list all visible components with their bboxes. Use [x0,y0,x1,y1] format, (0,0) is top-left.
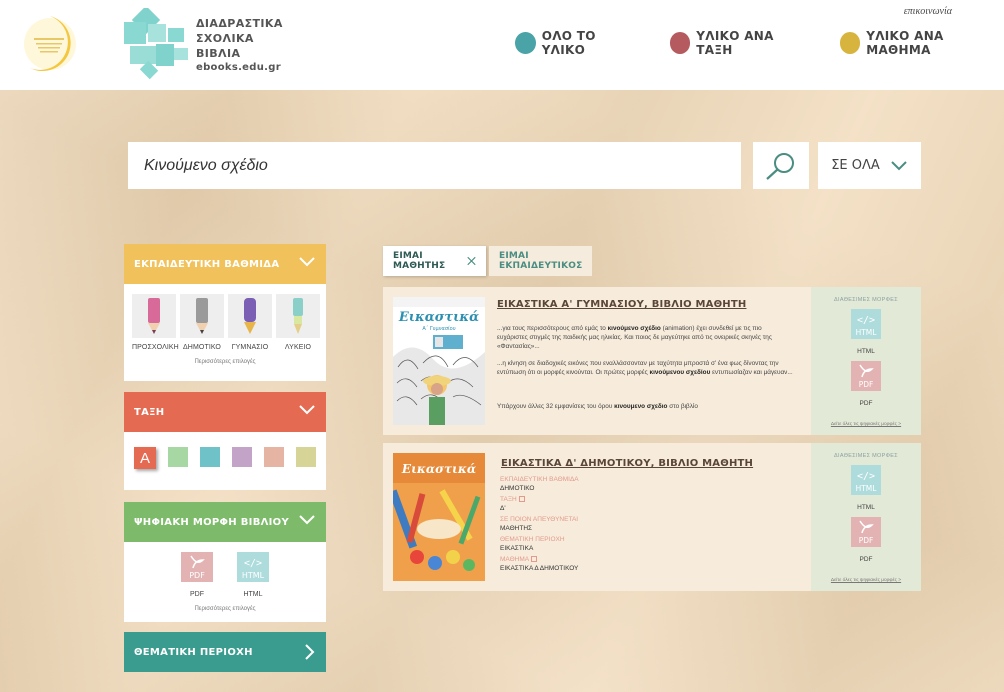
info-icon[interactable] [518,496,525,503]
contact-link[interactable]: επικοινωνία [904,6,952,17]
pencil-pink-icon [148,298,160,334]
level-preschool[interactable]: ΠΡΟΣΧΟΛΙΚΗ [132,294,179,351]
book-cover[interactable]: Εικαστικά Α΄ Γυμνασίου [393,297,485,425]
svg-text:PDF: PDF [189,571,205,580]
result-item: Εικαστικά Α΄ Γυμνασίου ΕΙΚΑΣΤΙΚΑ Α' ΓΥΜΝ… [383,287,921,435]
svg-text:Εικαστικά: Εικαστικά [398,310,479,325]
format-more-link[interactable]: Περισσότερες επιλογές [124,606,326,612]
search-button[interactable] [753,142,809,189]
class-option-3[interactable] [200,447,220,467]
brand-url: ebooks.edu.gr [196,62,281,73]
svg-text:Εικαστικά: Εικαστικά [401,462,476,476]
filter-tag-student[interactable]: ΕΙΜΑΙ ΜΑΘΗΤΗΣ [383,246,486,276]
site-header: ΔΙΑΔΡΑΣΤΙΚΑ ΣΧΟΛΙΚΑ ΒΙΒΛΙΑ ebooks.edu.gr… [0,0,1004,90]
html-icon: </> HTML [851,309,881,339]
svg-text:Α΄ Γυμνασίου: Α΄ Γυμνασίου [422,325,455,332]
red-dot-icon [669,32,691,54]
class-option-4[interactable] [232,447,252,467]
all-formats-link[interactable]: Δείτε όλες τις ψηφιακές μορφές > [811,422,921,427]
result-formats-panel: ΔΙΑΘΕΣΙΜΕΣ ΜΟΡΦΕΣ </> HTML HTML PDF PDF … [811,443,921,591]
nav-all-material[interactable]: ΟΛΟ ΤΟ ΥΛΙΚΟ [515,29,638,57]
pdf-icon: PDF [851,517,881,547]
result-snippet: ...για τους περισσότερους από εμάς το κι… [497,325,772,350]
svg-text:HTML: HTML [242,571,265,580]
search-box [128,142,741,189]
result-metadata: ΕΚΠΑΙΔΕΥΤΙΚΗ ΒΑΘΜΙΔΑ ΔΗΜΟΤΙΚΟ ΤΑΞΗ Δ' ΣΕ… [500,476,579,572]
facet-format-header[interactable]: ΨΗΦΙΑΚΗ ΜΟΡΦΗ ΒΙΒΛΙΟΥ [124,502,326,542]
class-option-5[interactable] [264,447,284,467]
search-icon [766,152,794,180]
pencil-gray-icon [196,298,208,334]
result-more-occurrences[interactable]: Υπάρχουν άλλες 32 εμφανίσεις του όρου κι… [497,402,793,411]
search-scope-select[interactable]: ΣΕ ΟΛΑ [818,142,921,189]
level-lyceum[interactable]: ΛΥΚΕΙΟ [276,294,320,351]
result-html-format[interactable]: </> HTML HTML [811,309,921,355]
all-formats-link[interactable]: Δείτε όλες τις ψηφιακές μορφές > [811,578,921,583]
facet-format-body: PDF PDF </> HTML HTML Περισσότερες επιλο… [124,542,326,622]
facet-class-body: A [124,432,326,490]
level-gymnasium[interactable]: ΓΥΜΝΑΣΙΟ [228,294,272,351]
filter-tag-teacher[interactable]: ΕΙΜΑΙ ΕΚΠΑΙΔΕΥΤΙΚΟΣ [489,246,592,276]
facet-subject-header[interactable]: ΘΕΜΑΤΙΚΗ ΠΕΡΙΟΧΗ [124,632,326,672]
svg-text:HTML: HTML [856,328,878,337]
svg-text:PDF: PDF [859,380,874,389]
result-html-format[interactable]: </> HTML HTML [811,465,921,511]
result-formats-panel: ΔΙΑΘΕΣΙΜΕΣ ΜΟΡΦΕΣ </> HTML HTML PDF PDF … [811,287,921,435]
info-icon[interactable] [530,556,537,563]
result-pdf-format[interactable]: PDF PDF [811,361,921,407]
facet-level-header[interactable]: ΕΚΠΑΙΔΕΥΤΙΚΗ ΒΑΘΜΙΔΑ [124,244,326,284]
chevron-down-icon [299,405,315,415]
chevron-down-icon [891,160,907,170]
close-icon[interactable] [467,255,476,267]
book-cover[interactable]: Εικαστικά [393,453,485,581]
html-icon: </> HTML [237,552,269,582]
level-more-link[interactable]: Περισσότερες επιλογές [124,359,326,365]
brand-name: ΔΙΑΔΡΑΣΤΙΚΑ ΣΧΟΛΙΚΑ ΒΙΒΛΙΑ [196,17,283,60]
html-icon: </> HTML [851,465,881,495]
ministry-logo[interactable] [20,8,80,78]
search-input[interactable] [128,142,741,189]
nav-material-by-class[interactable]: ΥΛΙΚΟ ΑΝΑ ΤΑΞΗ [669,29,808,57]
format-pdf-option[interactable]: PDF PDF [181,552,213,598]
chevron-down-icon [299,515,315,525]
pdf-icon: PDF [851,361,881,391]
result-pdf-format[interactable]: PDF PDF [811,517,921,563]
class-option-2[interactable] [168,447,188,467]
result-item: Εικαστικά ΕΙΚΑΣΤΙΚΑ Δ' ΔΗΜΟΤΙΚΟΥ, ΒΙΒΛΙΟ… [383,443,921,591]
chevron-right-icon [305,644,315,660]
level-primary[interactable]: ΔΗΜΟΤΙΚΟ [180,294,224,351]
result-title-link[interactable]: ΕΙΚΑΣΤΙΚΑ Α' ΓΥΜΝΑΣΙΟΥ, ΒΙΒΛΙΟ ΜΑΘΗΤΗ [497,299,746,310]
svg-text:</>: </> [857,471,875,482]
pdf-icon: PDF [181,552,213,582]
facet-class-header[interactable]: ΤΑΞΗ [124,392,326,432]
yellow-dot-icon [839,32,861,54]
class-a-option[interactable]: A [134,447,156,469]
ebooks-logo[interactable] [122,5,192,80]
svg-text:HTML: HTML [856,484,878,493]
class-option-6[interactable] [296,447,316,467]
svg-text:</>: </> [244,558,262,569]
result-title-link[interactable]: ΕΙΚΑΣΤΙΚΑ Δ' ΔΗΜΟΤΙΚΟΥ, ΒΙΒΛΙΟ ΜΑΘΗΤΗ [501,458,753,469]
crayon-purple-icon [244,298,256,334]
svg-text:</>: </> [857,315,875,326]
facet-level-body: ΠΡΟΣΧΟΛΙΚΗ ΔΗΜΟΤΙΚΟ ΓΥΜΝΑΣΙΟ ΛΥΚΕΙΟ Περι… [124,284,326,381]
format-html-option[interactable]: </> HTML HTML [237,552,269,598]
svg-text:PDF: PDF [859,536,874,545]
chevron-down-icon [299,257,315,267]
teal-dot-icon [515,32,536,54]
main-nav: ΟΛΟ ΤΟ ΥΛΙΚΟ ΥΛΙΚΟ ΑΝΑ ΤΑΞΗ ΥΛΙΚΟ ΑΝΑ ΜΑ… [515,29,1004,57]
result-snippet: ...η κίνηση σε διαδοχικές εικόνες που εν… [497,360,793,376]
marker-teal-icon [293,298,303,334]
nav-material-by-subject[interactable]: ΥΛΙΚΟ ΑΝΑ ΜΑΘΗΜΑ [839,29,1004,57]
